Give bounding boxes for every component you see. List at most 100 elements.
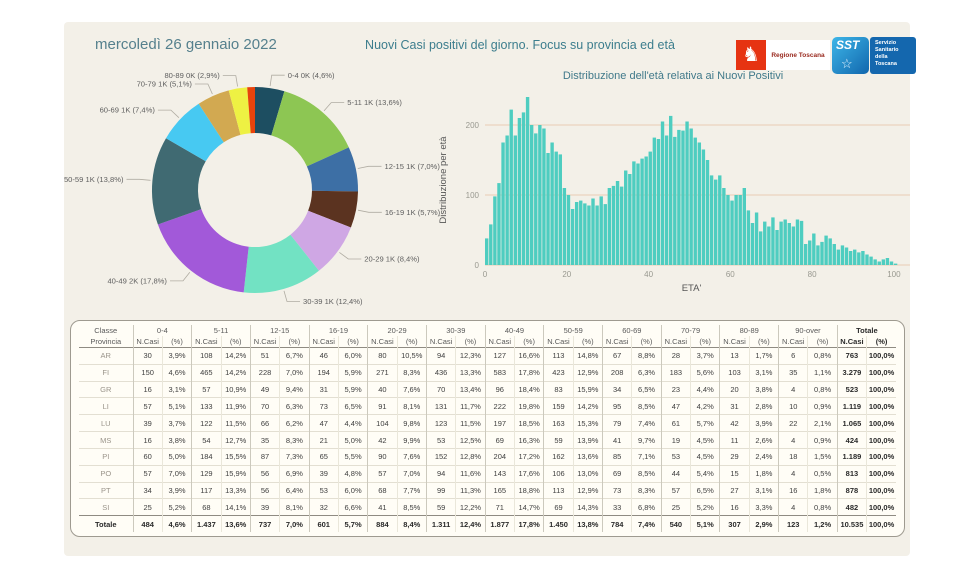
histogram-bar-age-7[interactable]: [513, 135, 518, 266]
subheader-5-11-ncasi[interactable]: N.Casi: [191, 336, 222, 348]
subheader-5-11-pct[interactable]: (%): [220, 336, 251, 348]
subheader-20-29-pct[interactable]: (%): [396, 336, 427, 348]
histogram-bar-age-88[interactable]: [844, 247, 849, 266]
histogram-bar-age-50[interactable]: [689, 128, 693, 266]
histogram-bar-age-13[interactable]: [538, 125, 542, 265]
histogram-bar-age-10[interactable]: [525, 97, 530, 265]
histogram-bar-age-2[interactable]: [493, 196, 497, 265]
histogram-bar-age-34[interactable]: [624, 170, 628, 266]
subheader-0-4-ncasi[interactable]: N.Casi: [132, 336, 163, 348]
histogram-bar-age-32[interactable]: [615, 181, 620, 265]
histogram-bar-age-99[interactable]: [889, 261, 894, 266]
histogram-bar-age-85[interactable]: [832, 244, 836, 265]
histogram-bar-age-100[interactable]: [893, 263, 898, 265]
histogram-bar-age-72[interactable]: [779, 221, 783, 265]
subheader-80-89-ncasi[interactable]: N.Casi: [719, 336, 750, 348]
histogram-bar-age-21[interactable]: [570, 209, 575, 265]
table-row-LU[interactable]: LU 39 3,7% 122 11,5% 66 6,2% 47 4,4% 104 9,8% 123 11…: [79, 414, 896, 432]
histogram-bar-age-83[interactable]: [824, 235, 828, 265]
histogram-bar-age-43[interactable]: [660, 121, 665, 266]
histogram-bar-age-1[interactable]: [489, 224, 493, 265]
subheader-90-over-ncasi[interactable]: N.Casi: [778, 336, 808, 348]
histogram-bar-age-16[interactable]: [550, 142, 554, 266]
histogram-bar-age-47[interactable]: [677, 129, 681, 265]
class-header-30-39[interactable]: 30-39: [425, 325, 486, 336]
histogram-bar-age-36[interactable]: [632, 161, 636, 265]
histogram-bar-age-68[interactable]: [763, 221, 767, 265]
histogram-bar-age-81[interactable]: [816, 245, 820, 265]
histogram-bar-age-27[interactable]: [595, 205, 599, 266]
histogram-bar-age-35[interactable]: [628, 174, 632, 265]
histogram-bar-age-75[interactable]: [791, 226, 796, 266]
histogram-bar-age-58[interactable]: [722, 188, 726, 265]
histogram-bar-age-55[interactable]: [709, 175, 714, 265]
histogram-bar-age-18[interactable]: [558, 154, 562, 265]
subheader-12-15-pct[interactable]: (%): [279, 336, 310, 348]
table-row-GR[interactable]: GR 16 3,1% 57 10,9% 49 9,4% 31 5,9% 40 7,6% 70 13,4%…: [79, 380, 896, 398]
histogram-bar-age-92[interactable]: [861, 251, 865, 265]
histogram-bar-age-60[interactable]: [730, 200, 734, 265]
histogram-bar-age-42[interactable]: [656, 139, 661, 265]
histogram-bar-age-28[interactable]: [599, 196, 603, 265]
subheader-60-69-pct[interactable]: (%): [631, 336, 662, 348]
histogram-bar-age-93[interactable]: [865, 254, 869, 266]
class-header-Totale[interactable]: Totale: [836, 325, 896, 336]
histogram-bar-age-49[interactable]: [685, 121, 689, 266]
histogram-bar-age-80[interactable]: [812, 233, 816, 266]
histogram-bar-age-74[interactable]: [787, 223, 791, 265]
histogram-bar-age-70[interactable]: [771, 217, 775, 265]
table-row-Totale[interactable]: Totale 484 4,6% 1.437 13,6% 737 7,0% 601 5,7% 884…: [79, 515, 896, 532]
histogram-bar-age-61[interactable]: [734, 195, 738, 265]
histogram-bar-age-38[interactable]: [640, 158, 644, 265]
histogram-bar-age-30[interactable]: [607, 188, 612, 265]
table-row-LI[interactable]: LI 57 5,1% 133 11,9% 70 6,3% 73 6,5% 91 8,1% 131 11,…: [79, 397, 896, 415]
class-header-0-4[interactable]: 0-4: [132, 325, 192, 336]
histogram-bar-age-8[interactable]: [517, 118, 522, 265]
histogram-bar-age-67[interactable]: [758, 231, 763, 265]
histogram-bar-age-64[interactable]: [746, 210, 751, 265]
histogram-bar-age-14[interactable]: [542, 128, 546, 266]
histogram-bar-age-71[interactable]: [775, 230, 779, 265]
histogram-bar-age-3[interactable]: [497, 183, 501, 265]
histogram-bar-age-78[interactable]: [803, 244, 808, 265]
class-header-20-29[interactable]: 20-29: [367, 325, 427, 336]
histogram-bar-age-0[interactable]: [485, 238, 489, 265]
subheader-40-49-pct[interactable]: (%): [513, 336, 544, 348]
class-header-50-59[interactable]: 50-59: [543, 325, 603, 336]
class-header-90-over[interactable]: 90-over: [778, 325, 838, 336]
subheader-50-59-ncasi[interactable]: N.Casi: [543, 336, 574, 348]
subheader-70-79-ncasi[interactable]: N.Casi: [660, 336, 691, 348]
histogram-bar-age-15[interactable]: [546, 153, 550, 265]
class-header-80-89[interactable]: 80-89: [719, 325, 779, 336]
histogram-bar-age-5[interactable]: [505, 135, 509, 266]
table-row-SI[interactable]: SI 25 5,2% 68 14,1% 39 8,1% 32 6,6% 41 8,5% 59 12,2%…: [79, 498, 896, 516]
histogram-bar-age-53[interactable]: [701, 149, 706, 266]
subheader-20-29-ncasi[interactable]: N.Casi: [367, 336, 398, 348]
histogram-bar-age-59[interactable]: [726, 195, 730, 265]
histogram-bar-age-76[interactable]: [795, 219, 800, 266]
histogram-bar-age-94[interactable]: [869, 256, 873, 265]
subheader-Totale-pct[interactable]: (%): [866, 336, 896, 348]
histogram-bar-age-95[interactable]: [873, 259, 877, 265]
class-header-70-79[interactable]: 70-79: [660, 325, 720, 336]
histogram-bar-age-51[interactable]: [693, 137, 697, 265]
histogram-bar-age-40[interactable]: [648, 151, 652, 265]
histogram-bar-age-41[interactable]: [652, 137, 657, 265]
table-row-FI[interactable]: FI 150 4,6% 465 14,2% 228 7,0% 194 5,9% 271 8,3% 43…: [79, 363, 896, 382]
histogram-bar-age-11[interactable]: [529, 125, 534, 265]
histogram-bar-age-45[interactable]: [669, 115, 673, 266]
class-header-40-49[interactable]: 40-49: [484, 325, 544, 336]
histogram-bar-age-87[interactable]: [840, 245, 845, 265]
class-header-5-11[interactable]: 5-11: [191, 325, 251, 336]
histogram-bar-age-82[interactable]: [820, 241, 824, 265]
subheader-Totale-ncasi[interactable]: N.Casi: [836, 336, 867, 348]
histogram-bar-age-77[interactable]: [799, 220, 804, 265]
histogram-bar-age-26[interactable]: [591, 198, 595, 266]
histogram-bar-age-37[interactable]: [636, 163, 640, 266]
subheader-80-89-pct[interactable]: (%): [748, 336, 779, 348]
histogram-bar-age-29[interactable]: [603, 204, 607, 265]
histogram-bar-age-63[interactable]: [742, 188, 746, 265]
histogram-bar-age-69[interactable]: [767, 226, 771, 266]
subheader-30-39-pct[interactable]: (%): [455, 336, 486, 348]
histogram-bar-age-22[interactable]: [574, 202, 579, 265]
